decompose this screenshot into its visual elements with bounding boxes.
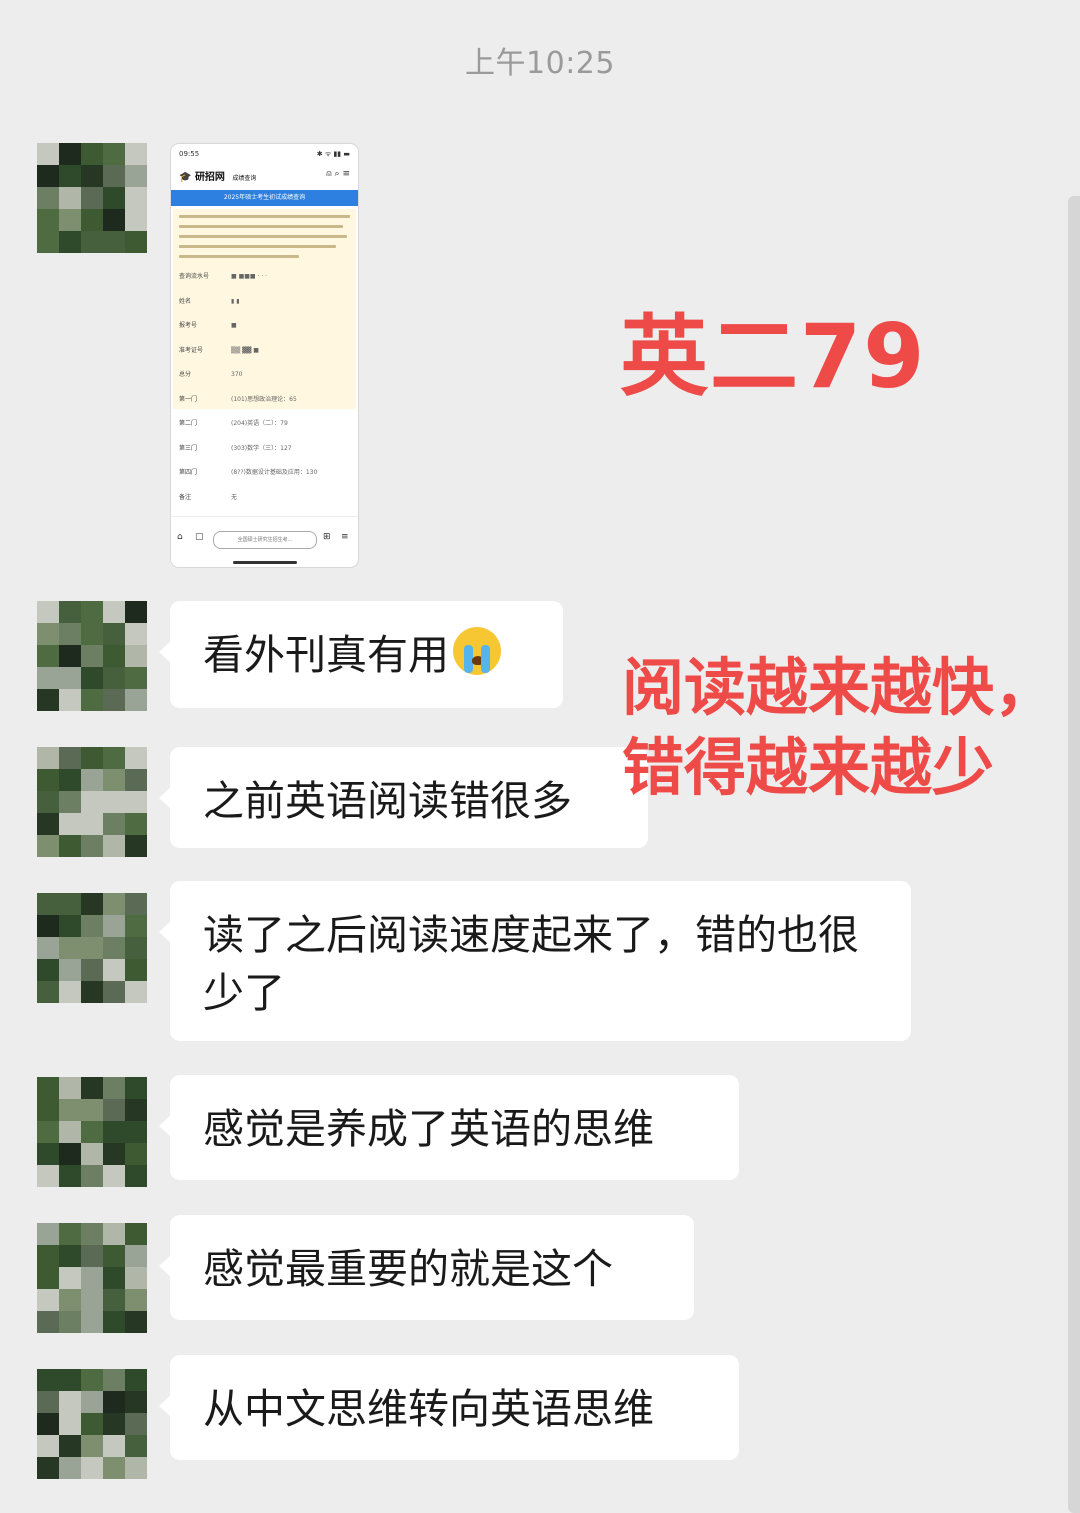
score-field-label: 备注 (179, 493, 192, 501)
overlay-note-line: 错得越来越少 (622, 731, 995, 804)
score-form-row: 第三门 (303)数学（三）：127 (179, 443, 350, 468)
message-bubble[interactable]: 之前英语阅读错很多 (159, 747, 648, 848)
message-text: 看外刊真有用 (203, 631, 449, 679)
score-field-label: 第一门 (179, 395, 198, 403)
message-text: 之前英语阅读错很多 (203, 777, 572, 825)
message-bubble[interactable]: 从中文思维转向英语思维 (159, 1355, 739, 1460)
message-text: 感觉是养成了英语的思维 (203, 1105, 654, 1153)
search-icon: ⌕ (334, 169, 340, 179)
score-field-label: 总分 (179, 371, 192, 378)
message-text: 感觉最重要的就是这个 (203, 1245, 613, 1293)
score-form-row: 第二门 (204)英语（二）：79 (179, 418, 350, 443)
avatar[interactable] (37, 893, 147, 1003)
signal-icon: ✱ ᯤ ▮▮ ▬ (316, 150, 350, 158)
score-field-label: 报考号 (179, 322, 198, 329)
overlay-note-line: 阅读越来越快， (622, 651, 1057, 724)
bookmark-icon: ▢ (195, 532, 204, 542)
avatar[interactable] (37, 601, 147, 711)
score-field-value: (303)数学（三）：127 (231, 444, 292, 452)
score-field-value: ▒▒ ▓▓ ■ (231, 346, 259, 354)
message-text: 从中文思维转向英语思维 (203, 1385, 654, 1433)
score-form-row: 第一门 (101)思想政治理论：65 (179, 394, 350, 419)
more-icon: ≡ (341, 532, 349, 542)
score-form-row: 总分 370 (179, 369, 350, 394)
home-icon: ⌂ (177, 532, 183, 542)
score-form-row: 报考号 ■ (179, 320, 350, 345)
overlay-note: 阅读越来越快， 错得越来越少 (622, 648, 1056, 808)
avatar[interactable] (37, 1223, 147, 1333)
avatar[interactable] (37, 1369, 147, 1479)
menu-icon: ≡ (342, 169, 350, 179)
message-text: 读了之后阅读速度起来了，错的也很少了 (203, 911, 859, 1017)
tabs-icon: ⊞ (323, 532, 331, 542)
site-name: 研招网 (194, 172, 225, 183)
browser-bottom-bar: ⌂ ▢ 全国硕士研究生招生考... ⊞ ≡ (171, 516, 358, 567)
score-field-value: ▮ ▮ (231, 297, 240, 305)
score-field-value: ■ ■■■ · · · (231, 273, 268, 280)
score-field-label: 准考证号 (179, 346, 204, 354)
score-form-row: 查询流水号 ■ ■■■ · · · (179, 271, 350, 296)
score-field-label: 第四门 (179, 469, 198, 476)
message-bubble[interactable]: 看外刊真有用 (159, 601, 563, 708)
message-bubble[interactable]: 读了之后阅读速度起来了，错的也很少了 (159, 881, 911, 1041)
score-form-row: 准考证号 ▒▒ ▓▓ ■ (179, 345, 350, 370)
score-field-value: (101)思想政治理论：65 (231, 395, 297, 403)
avatar[interactable] (37, 1077, 147, 1187)
crying-face-icon (453, 627, 501, 675)
timestamp: 上午10:25 (465, 46, 615, 81)
score-field-value: ■ (231, 322, 237, 329)
site-logo: 🎓 研招网 成绩查询 (179, 168, 256, 184)
status-bar: 09:55 ✱ ᯤ ▮▮ ▬ (179, 150, 350, 160)
image-message-score-screenshot[interactable]: 09:55 ✱ ᯤ ▮▮ ▬ 🎓 研招网 成绩查询 ⍝ ⌕ ≡ 2025年硕士考… (170, 143, 359, 568)
home-indicator (233, 561, 297, 564)
score-field-label: 姓名 (179, 297, 192, 305)
score-form-row: 第四门 (8??)数据设计基础及应用：130 (179, 467, 350, 492)
avatar[interactable] (37, 143, 147, 253)
score-field-value: (8??)数据设计基础及应用：130 (231, 469, 318, 476)
site-header-icons: ⍝ ⌕ ≡ (326, 169, 350, 179)
score-field-value: 370 (231, 371, 243, 378)
site-sub: 成绩查询 (232, 175, 257, 182)
message-bubble[interactable]: 感觉是养成了英语的思维 (159, 1075, 739, 1180)
score-form-row: 备注 无 (179, 492, 350, 517)
graduation-cap-icon: 🎓 (179, 172, 192, 183)
status-time: 09:55 (179, 150, 200, 158)
score-field-value: (204)英语（二）：79 (231, 420, 288, 427)
message-bubble[interactable]: 感觉最重要的就是这个 (159, 1215, 694, 1320)
scrollbar[interactable] (1068, 196, 1080, 1513)
page-banner: 2025年硕士考生初试成绩查询 (171, 190, 358, 206)
score-form: 查询流水号 ■ ■■■ · · · 姓名 ▮ ▮ 报考号 ■ 准考证号 ▒▒ ▓▓ ■ 总分 37… (179, 271, 350, 516)
address-bar: 全国硕士研究生招生考... (213, 531, 317, 549)
score-field-label: 第二门 (179, 420, 198, 427)
user-icon: ⍝ (326, 169, 332, 179)
score-field-value: 无 (231, 493, 238, 501)
score-form-row: 姓名 ▮ ▮ (179, 296, 350, 321)
score-field-label: 查询流水号 (179, 273, 210, 280)
overlay-score: 英二79 (620, 305, 927, 408)
score-field-label: 第三门 (179, 444, 198, 452)
avatar[interactable] (37, 747, 147, 857)
